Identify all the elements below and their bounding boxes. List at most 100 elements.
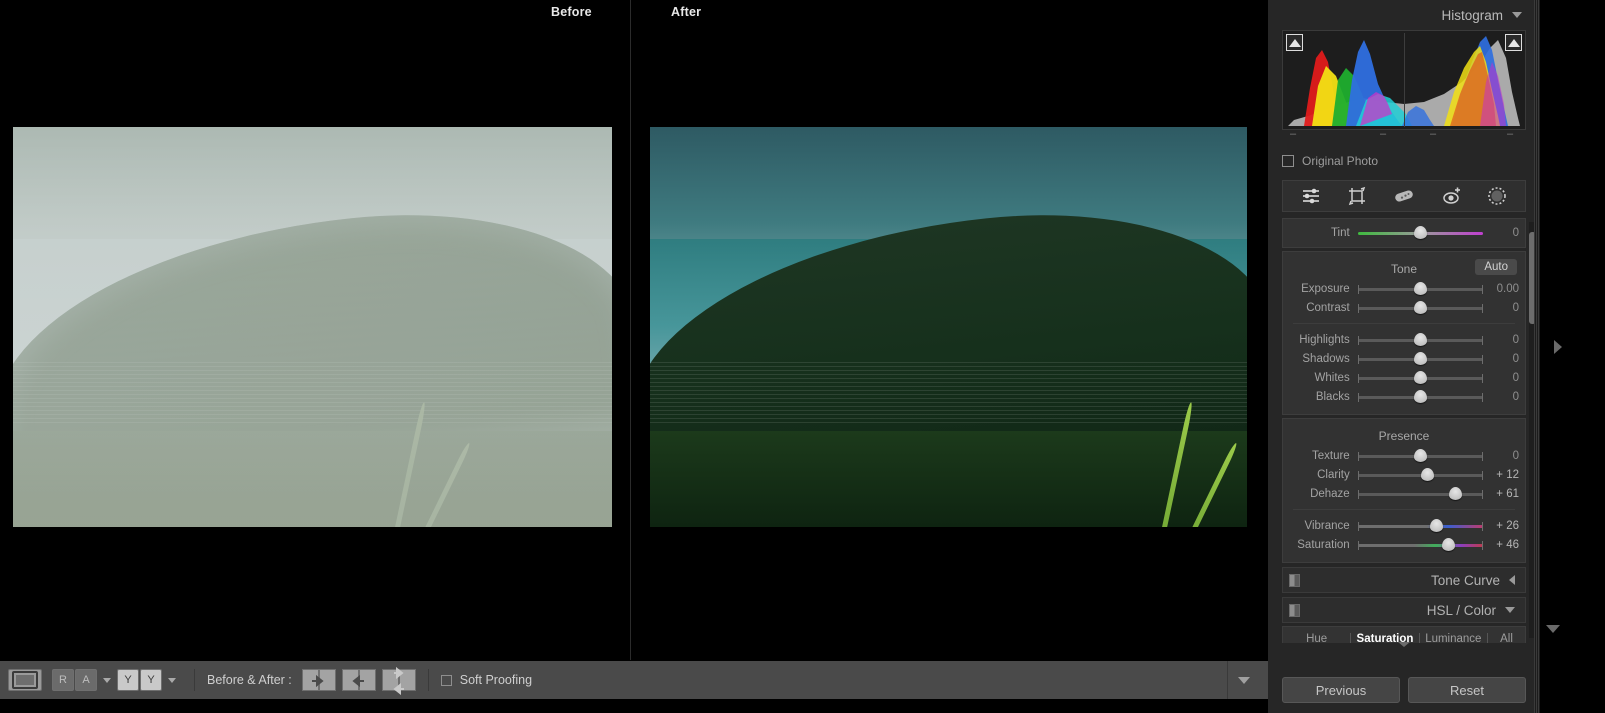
preview-area: Before After: [0, 0, 1268, 660]
tone-curve-enable-swatch[interactable]: [1289, 574, 1300, 587]
texture-value: 0: [1512, 449, 1519, 462]
highlights-slider-knob[interactable]: [1413, 332, 1427, 346]
blacks-slider-row[interactable]: Blacks 0: [1283, 387, 1525, 406]
exposure-slider-track[interactable]: [1357, 281, 1484, 296]
tab-luminance[interactable]: Luminance: [1420, 633, 1487, 644]
tab-hue[interactable]: Hue: [1283, 633, 1350, 644]
highlights-slider-row[interactable]: Highlights 0: [1283, 330, 1525, 349]
before-photo-scene: [13, 127, 612, 527]
flag-dropdown-caret-icon[interactable]: [103, 677, 111, 683]
copy-after-to-before-button[interactable]: [301, 669, 336, 691]
whites-slider-row[interactable]: Whites 0: [1283, 368, 1525, 387]
before-after-button-group: [301, 666, 416, 695]
color-label-button-2[interactable]: Y: [140, 669, 162, 691]
vibrance-value: + 26: [1496, 519, 1519, 532]
blacks-slider-track[interactable]: [1357, 389, 1484, 404]
color-label-dropdown-caret-icon[interactable]: [168, 677, 176, 683]
clarity-slider-knob[interactable]: [1421, 467, 1435, 481]
histogram-midline: [1404, 33, 1405, 127]
toolbar-separator-2: [427, 669, 429, 691]
after-photo[interactable]: [650, 127, 1247, 527]
original-photo-control[interactable]: Original Photo: [1282, 150, 1526, 172]
chevron-down-icon[interactable]: [1505, 607, 1515, 613]
masking-icon[interactable]: [1487, 186, 1507, 206]
clarity-slider-row[interactable]: Clarity + 12: [1283, 465, 1525, 484]
dehaze-slider-knob[interactable]: [1449, 486, 1463, 500]
hsl-enable-swatch[interactable]: [1289, 604, 1300, 617]
panel-collapse-caret-icon[interactable]: [1398, 642, 1410, 647]
crop-overlay-icon[interactable]: [1347, 186, 1367, 206]
saturation-value: + 46: [1496, 538, 1519, 551]
color-label-button-1[interactable]: Y: [117, 669, 139, 691]
flag-accept-button[interactable]: A: [75, 669, 97, 691]
clarity-slider-track[interactable]: [1357, 467, 1484, 482]
shadows-slider-knob[interactable]: [1413, 351, 1427, 365]
panel-scroll-container[interactable]: Tint 0 Tone Auto Exposure 0.00 Contrast …: [1268, 218, 1540, 643]
soft-proofing-control[interactable]: Soft Proofing: [440, 673, 532, 687]
whites-slider-track[interactable]: [1357, 370, 1484, 385]
swap-before-after-button[interactable]: [381, 666, 416, 695]
red-eye-icon[interactable]: [1441, 187, 1461, 205]
contrast-slider-track[interactable]: [1357, 300, 1484, 315]
highlights-slider-track[interactable]: [1357, 332, 1484, 347]
highlight-clipping-indicator-icon[interactable]: [1505, 34, 1522, 51]
blacks-slider-knob[interactable]: [1413, 389, 1427, 403]
histogram-tick: –: [1290, 128, 1297, 140]
highlights-value: 0: [1512, 333, 1519, 346]
saturation-slider-track[interactable]: [1357, 537, 1484, 552]
screen-mode-button[interactable]: [8, 669, 42, 691]
copy-before-to-after-button[interactable]: [341, 669, 376, 691]
texture-slider-knob[interactable]: [1413, 448, 1427, 462]
original-photo-checkbox[interactable]: [1282, 155, 1294, 167]
histogram[interactable]: [1282, 30, 1526, 130]
contrast-slider-knob[interactable]: [1413, 300, 1427, 314]
saturation-slider-row[interactable]: Saturation + 46: [1283, 535, 1525, 554]
basic-presence-section: Presence Texture 0 Clarity + 12 Dehaze +…: [1282, 418, 1526, 563]
chevron-down-icon[interactable]: [1512, 12, 1522, 18]
previous-button[interactable]: Previous: [1282, 677, 1400, 703]
auto-tone-button[interactable]: Auto: [1475, 259, 1517, 275]
tab-all[interactable]: All: [1488, 633, 1525, 644]
tint-slider-knob[interactable]: [1413, 225, 1427, 239]
show-filmstrip-caret-icon[interactable]: [1546, 625, 1560, 633]
saturation-slider-knob[interactable]: [1441, 537, 1455, 551]
dehaze-value: + 61: [1496, 487, 1519, 500]
shadows-slider-track[interactable]: [1357, 351, 1484, 366]
reset-button[interactable]: Reset: [1408, 677, 1526, 703]
histogram-tick: –: [1507, 128, 1514, 140]
tone-curve-section-header[interactable]: Tone Curve: [1282, 567, 1526, 593]
histogram-header[interactable]: Histogram: [1268, 0, 1540, 30]
right-panel: Histogram – – – – Original Photo Tint 0 …: [1268, 0, 1540, 713]
hsl-color-section-header[interactable]: HSL / Color: [1282, 597, 1526, 623]
chevron-left-icon[interactable]: [1509, 575, 1515, 585]
original-photo-label: Original Photo: [1302, 154, 1379, 168]
dehaze-slider-row[interactable]: Dehaze + 61: [1283, 484, 1525, 503]
shadow-clipping-indicator-icon[interactable]: [1286, 34, 1303, 51]
saturation-label: Saturation: [1297, 538, 1350, 551]
tint-value: 0: [1512, 226, 1519, 239]
dehaze-slider-track[interactable]: [1357, 486, 1484, 501]
hsl-color-title: HSL / Color: [1426, 602, 1496, 618]
exposure-slider-knob[interactable]: [1413, 281, 1427, 295]
whites-value: 0: [1512, 371, 1519, 384]
basic-adjust-icon[interactable]: [1301, 187, 1321, 205]
basic-tone-section: Tone Auto Exposure 0.00 Contrast 0 Highl…: [1282, 251, 1526, 415]
spot-removal-icon[interactable]: [1393, 188, 1415, 204]
exposure-slider-row[interactable]: Exposure 0.00: [1283, 279, 1525, 298]
tone-curve-title: Tone Curve: [1430, 572, 1500, 588]
shadows-slider-row[interactable]: Shadows 0: [1283, 349, 1525, 368]
vibrance-slider-knob[interactable]: [1430, 518, 1444, 532]
toolbar-overflow-caret-icon[interactable]: [1238, 676, 1250, 684]
flag-reject-button[interactable]: R: [52, 669, 74, 691]
contrast-slider-row[interactable]: Contrast 0: [1283, 298, 1525, 317]
vibrance-slider-track[interactable]: [1357, 518, 1484, 533]
tint-slider-track[interactable]: [1357, 225, 1484, 240]
texture-slider-row[interactable]: Texture 0: [1283, 446, 1525, 465]
show-right-panel-arrow-icon[interactable]: [1554, 340, 1562, 354]
before-photo[interactable]: [13, 127, 612, 527]
vibrance-slider-row[interactable]: Vibrance + 26: [1283, 516, 1525, 535]
whites-slider-knob[interactable]: [1413, 370, 1427, 384]
texture-slider-track[interactable]: [1357, 448, 1484, 463]
tint-slider-row[interactable]: Tint 0: [1283, 223, 1525, 242]
soft-proofing-checkbox[interactable]: [440, 674, 452, 686]
